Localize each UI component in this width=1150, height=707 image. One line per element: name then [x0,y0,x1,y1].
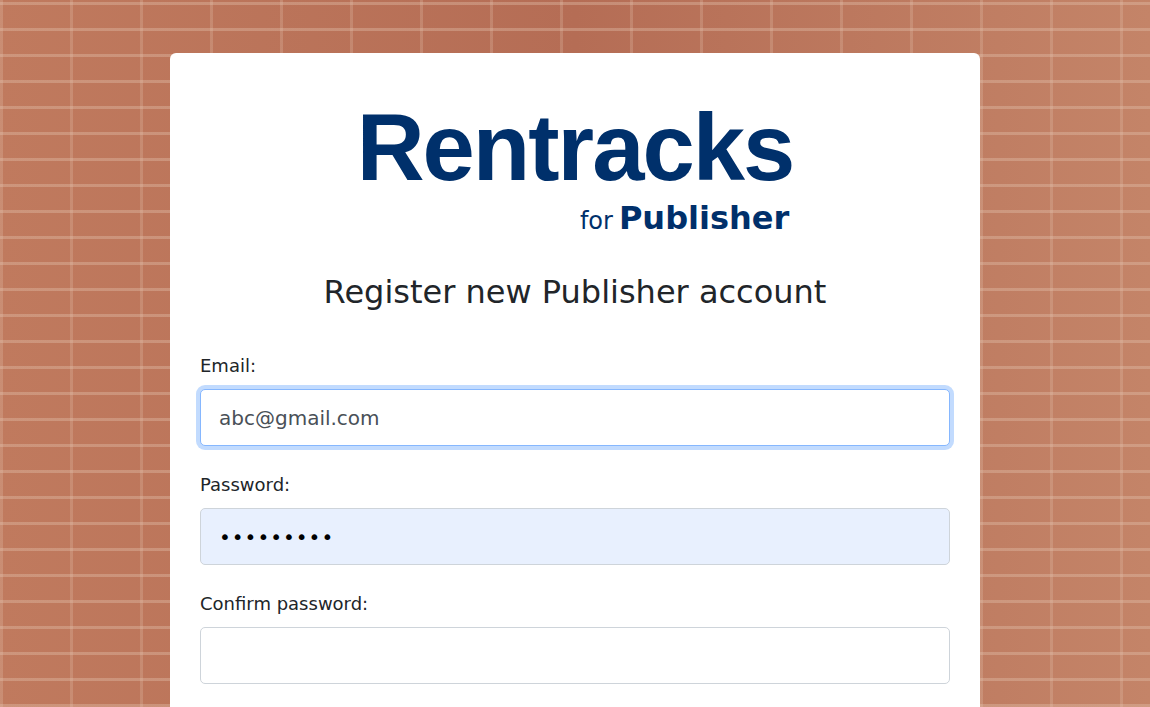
background-photo: Rentracks forPublisher Register new Publis… [0,0,1150,707]
field-label: Email: [200,355,950,376]
register-card: Rentracks forPublisher Register new Publis… [170,53,980,707]
text-input[interactable] [200,627,950,684]
field-label: Confirm password: [200,593,950,614]
logo: Rentracks forPublisher [357,101,794,237]
page-heading: Register new Publisher account [200,273,950,311]
logo-tagline: forPublisher [580,199,789,237]
logo-name: Rentracks [357,101,794,195]
field-label: Password: [200,474,950,495]
form-group: Password: ••••••••• [200,474,950,565]
text-input[interactable]: abc@gmail.com [200,389,950,446]
form-group: Email: abc@gmail.com [200,355,950,446]
form-group: Confirm password: [200,593,950,684]
text-input[interactable]: ••••••••• [200,508,950,565]
